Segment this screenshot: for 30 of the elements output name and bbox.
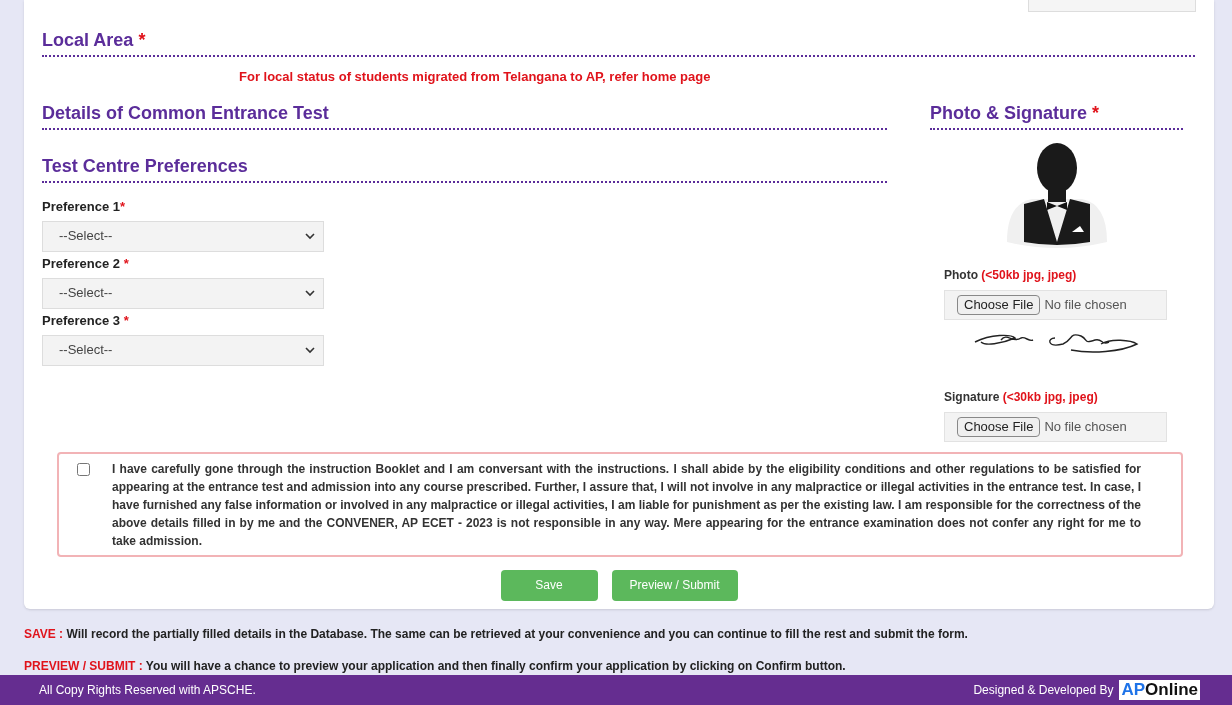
section-heading: Local Area * bbox=[42, 29, 146, 52]
instruction-note: SAVE : Will record the partially filled details in the Database. The same can be retrieved at your convenience and you can continue to fill the rest and submit the form. bbox=[24, 625, 969, 643]
instruction-note: PREVIEW / SUBMIT : You will have a chance to preview your application and then finally confirm your application by clicking on Confirm button. bbox=[24, 657, 847, 675]
section-heading: Test Centre Preferences bbox=[42, 154, 248, 178]
local-status-note: For local status of students migrated from Telangana to AP, refer home page bbox=[239, 68, 712, 86]
credit-text: Designed & Developed By bbox=[973, 681, 1114, 699]
chevron-down-icon bbox=[305, 232, 315, 240]
field-label: Preference 2 * bbox=[42, 255, 130, 272]
field-label: Preference 3 * bbox=[42, 312, 130, 329]
chevron-down-icon bbox=[305, 289, 315, 297]
field-label: Signature (<30kb jpg, jpeg) bbox=[944, 388, 1099, 406]
file-input[interactable]: Choose File No file chosen bbox=[944, 289, 1167, 320]
file-status: No file chosen bbox=[1044, 417, 1127, 436]
declaration-checkbox[interactable] bbox=[77, 462, 90, 476]
choose-file-button[interactable]: Choose File bbox=[957, 294, 1041, 315]
select-dropdown[interactable]: --Select-- bbox=[42, 220, 324, 252]
select-dropdown[interactable]: --Select-- bbox=[42, 334, 324, 366]
choose-file-button[interactable]: Choose File bbox=[957, 416, 1041, 437]
copyright-text: All Copy Rights Reserved with APSCHE. bbox=[39, 681, 256, 699]
file-input[interactable]: Choose File No file chosen bbox=[944, 411, 1167, 442]
field-label: Photo (<50kb jpg, jpeg) bbox=[944, 266, 1078, 284]
aponline-logo: APOnline bbox=[1119, 679, 1200, 700]
field-label: Preference 1* bbox=[42, 198, 127, 215]
file-status: No file chosen bbox=[1044, 295, 1127, 314]
declaration-text: I have carefully gone through the instruction Booklet and I am conversant with the instructions. I shall abide by the eligibility conditions and other regulations to be satisfied for appearing at the entrance test and admission into any course prescribed. Further, I assure that, I will not involve in any malpractice or illegal activities in the entrance test. In case, I have furnished any false information or involved in any malpractice or illegal activities, I am liable for punishment as per the existing law. I am responsible for the correctness of the above details filled in by me and the CONVENER, AP ECET - 2023 is not responsible in any way. Mere appearing for the entrance examination does not confer any right for me to take admission. bbox=[112, 460, 1141, 550]
input-field[interactable] bbox=[1028, 0, 1196, 12]
select-dropdown[interactable]: --Select-- bbox=[42, 277, 324, 309]
section-heading: Photo & Signature * bbox=[930, 101, 1099, 125]
chevron-down-icon bbox=[305, 346, 315, 354]
section-heading: Details of Common Entrance Test bbox=[42, 101, 329, 125]
